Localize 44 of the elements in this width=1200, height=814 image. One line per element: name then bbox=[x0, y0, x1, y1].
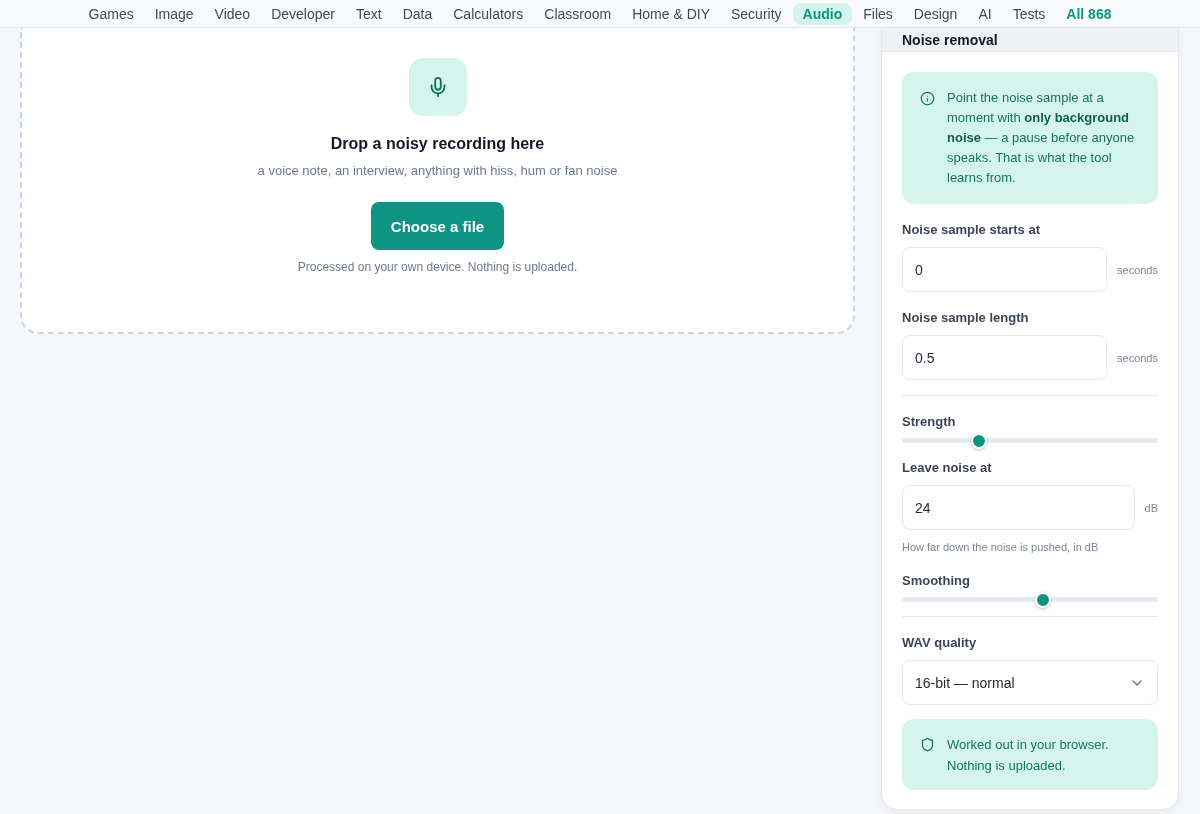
slider-thumb[interactable] bbox=[1034, 592, 1051, 608]
nav-link[interactable]: All 868 bbox=[1056, 2, 1122, 25]
nav-link[interactable]: Games bbox=[78, 2, 144, 25]
field-label: Smoothing bbox=[902, 572, 971, 590]
number-field[interactable]: 0 bbox=[902, 247, 1107, 292]
field-label: WAV quality bbox=[902, 634, 978, 652]
privacy-note: Processed on your own device. Nothing is uploaded. bbox=[297, 259, 578, 275]
nav-link[interactable]: Developer bbox=[261, 2, 345, 25]
nav-link[interactable]: AI bbox=[968, 2, 1002, 25]
info-icon bbox=[920, 91, 935, 106]
shield-icon bbox=[920, 737, 935, 752]
slider-thumb[interactable] bbox=[970, 433, 987, 449]
unit-label: seconds bbox=[1117, 351, 1158, 364]
unit-label: dB bbox=[1144, 501, 1158, 514]
field-label: Noise sample starts at bbox=[902, 221, 1041, 239]
microphone-icon bbox=[408, 58, 467, 116]
nav-link[interactable]: Security bbox=[721, 2, 792, 25]
nav-link[interactable]: Home & DIY bbox=[622, 2, 720, 25]
field-label: Leave noise at bbox=[902, 459, 993, 477]
drop-zone[interactable]: Drop a noisy recording here a voice note, an interview, anything with hiss, hum or fan noise Choose a file Processed on your own device. Nothing is uploaded. bbox=[20, 28, 855, 334]
nav-link[interactable]: Tests bbox=[1002, 2, 1056, 25]
number-field[interactable]: 0.5 bbox=[902, 335, 1107, 380]
note-text: Point the noise sample at a moment with only background noise — a pause before anyone speaks. That is what the tool learns from. bbox=[947, 89, 1136, 187]
select-field[interactable]: 16-bit — normal bbox=[902, 660, 1158, 705]
field-label: Strength bbox=[902, 413, 957, 431]
unit-label: seconds bbox=[1117, 263, 1158, 276]
drop-subtitle: a voice note, an interview, anything with hiss, hum or fan noise bbox=[257, 162, 618, 180]
slider[interactable] bbox=[902, 592, 1158, 608]
panel-title: Noise removal bbox=[902, 30, 998, 49]
number-field[interactable]: 24 bbox=[902, 485, 1135, 530]
drop-title: Drop a noisy recording here bbox=[330, 134, 545, 154]
nav-link[interactable]: Image bbox=[144, 2, 204, 25]
nav-link[interactable]: Files bbox=[853, 2, 903, 25]
nav-link[interactable]: Video bbox=[204, 2, 261, 25]
nav-link[interactable]: Calculators bbox=[443, 2, 534, 25]
nav-link[interactable]: Design bbox=[903, 2, 968, 25]
help-text: How far down the noise is pushed, in dB bbox=[902, 540, 1100, 555]
slider[interactable] bbox=[902, 433, 1158, 449]
nav-link[interactable]: Data bbox=[392, 2, 443, 25]
nav-link[interactable]: Text bbox=[346, 2, 392, 25]
nav-link[interactable]: Classroom bbox=[534, 2, 622, 25]
note-text: Worked out in your browser. Nothing is uploaded. bbox=[947, 736, 1110, 775]
choose-file-button[interactable]: Choose a file bbox=[370, 202, 505, 250]
field-label: Noise sample length bbox=[902, 309, 1030, 327]
